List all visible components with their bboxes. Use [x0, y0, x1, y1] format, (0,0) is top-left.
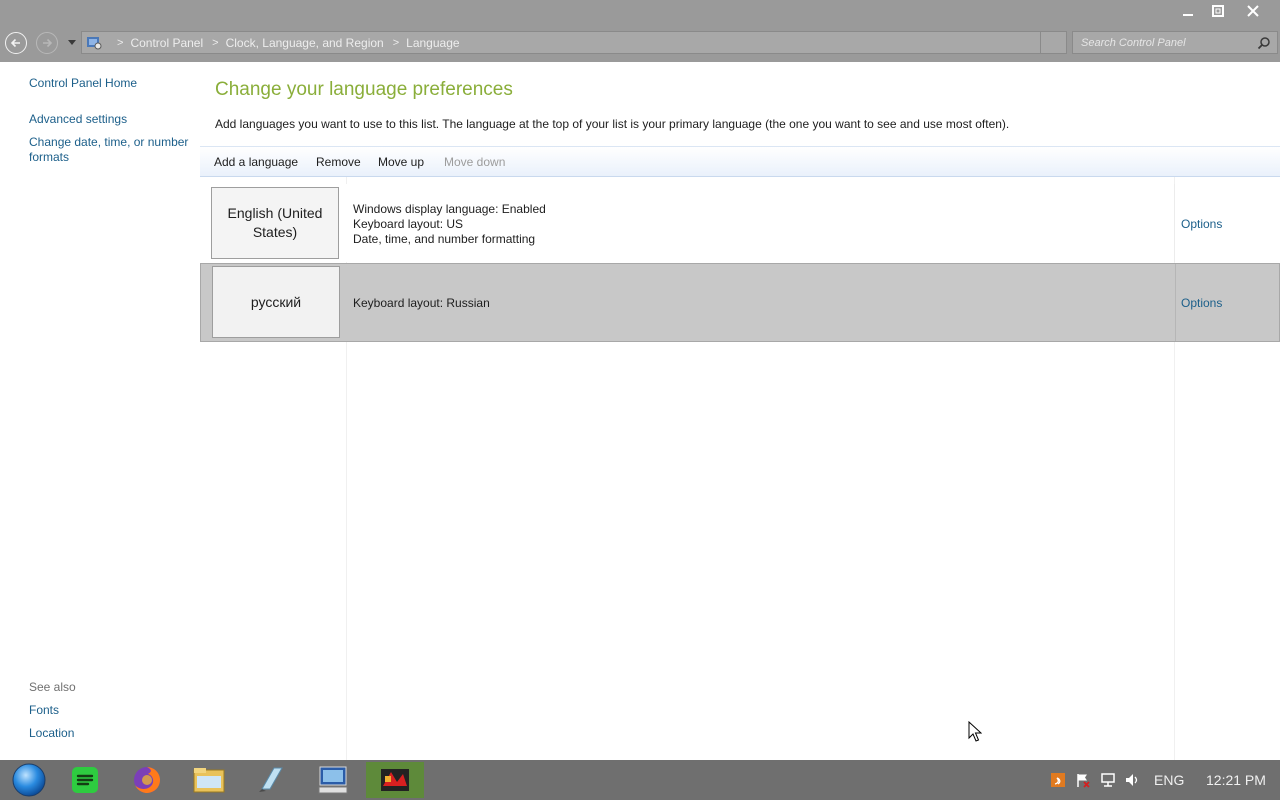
volume-icon[interactable]: [1120, 772, 1144, 788]
game-icon: [381, 769, 409, 791]
options-divider: [1175, 264, 1176, 341]
minimize-icon: [1183, 14, 1193, 16]
breadcrumb-clock-language-region[interactable]: Clock, Language, and Region: [226, 36, 384, 50]
forward-button[interactable]: [36, 32, 58, 54]
main-content: Change your language preferences Add lan…: [200, 62, 1280, 760]
breadcrumb-separator: >: [117, 36, 124, 49]
language-details: Keyboard layout: Russian: [353, 296, 490, 311]
firefox-icon: [134, 767, 160, 793]
remove-button[interactable]: Remove: [316, 155, 361, 169]
left-navigation-pane: Control Panel Home Advanced settings Cha…: [0, 62, 200, 760]
options-link-russian[interactable]: Options: [1181, 296, 1222, 310]
notepad-icon: [259, 767, 283, 792]
close-icon: [1247, 5, 1259, 17]
action-center-flag-icon[interactable]: [1070, 772, 1096, 788]
detail-keyboard-layout: Keyboard layout: US: [353, 217, 464, 231]
options-link-english[interactable]: Options: [1181, 217, 1222, 231]
language-toolbar: Add a language Remove Move up Move down: [200, 146, 1280, 177]
detail-display-language: Windows display language: Enabled: [353, 202, 546, 216]
refresh-button[interactable]: [1040, 32, 1066, 53]
breadcrumb-separator[interactable]: >: [393, 37, 399, 49]
page-description: Add languages you want to use to this li…: [215, 117, 1010, 131]
system-tray: ENG 12:21 PM: [1046, 760, 1266, 800]
move-down-button[interactable]: Move down: [444, 155, 505, 169]
language-tile-english[interactable]: English (United States): [211, 187, 339, 259]
add-language-button[interactable]: Add a language: [214, 155, 298, 169]
tray-java-icon[interactable]: [1046, 772, 1070, 788]
start-orb-icon: [12, 763, 46, 797]
back-button[interactable]: [5, 32, 27, 54]
change-date-time-formats-link[interactable]: Change date, time, or number formats: [29, 135, 194, 165]
forward-arrow-icon: [43, 38, 53, 48]
taskbar-app-game[interactable]: [366, 762, 424, 798]
address-bar[interactable]: > Control Panel > Clock, Language, and R…: [81, 31, 1067, 54]
language-details: Windows display language: Enabled Keyboa…: [353, 202, 546, 247]
advanced-settings-link[interactable]: Advanced settings: [29, 112, 194, 127]
taskbar-app-explorer[interactable]: [180, 762, 238, 798]
start-button[interactable]: [0, 762, 58, 798]
back-arrow-icon: [10, 38, 20, 48]
mouse-cursor-icon: [968, 721, 982, 742]
restore-button[interactable]: [1203, 0, 1233, 22]
detail-formatting: Date, time, and number formatting: [353, 232, 536, 246]
taskbar: ENG 12:21 PM: [0, 760, 1280, 800]
restore-icon: [1212, 5, 1224, 17]
search-input[interactable]: [1081, 36, 1251, 49]
control-panel-home-link[interactable]: Control Panel Home: [29, 76, 194, 91]
clock[interactable]: 12:21 PM: [1206, 772, 1266, 788]
remote-desktop-icon: [318, 766, 348, 794]
move-up-button[interactable]: Move up: [378, 155, 424, 169]
search-box[interactable]: [1072, 31, 1278, 54]
file-explorer-icon: [193, 768, 225, 793]
taskbar-app-spotify[interactable]: [56, 762, 114, 798]
options-divider: [1174, 184, 1175, 262]
taskbar-app-remote-desktop[interactable]: [304, 762, 362, 798]
minimize-button[interactable]: [1173, 0, 1203, 22]
control-panel-icon: [86, 35, 102, 51]
navigation-bar: > Control Panel > Clock, Language, and R…: [0, 22, 1280, 62]
breadcrumb-control-panel[interactable]: Control Panel: [130, 36, 203, 50]
spotify-icon: [72, 767, 98, 793]
search-icon[interactable]: [1257, 36, 1271, 50]
input-language-indicator[interactable]: ENG: [1154, 772, 1186, 788]
location-link[interactable]: Location: [29, 726, 194, 741]
fonts-link[interactable]: Fonts: [29, 703, 194, 718]
page-title: Change your language preferences: [215, 79, 513, 100]
language-tile-russian[interactable]: русский: [212, 266, 340, 338]
recent-locations-button[interactable]: [66, 36, 78, 50]
chevron-down-icon: [68, 40, 76, 45]
network-icon[interactable]: [1096, 772, 1120, 788]
breadcrumb-language[interactable]: Language: [406, 36, 459, 50]
language-list-item-selected[interactable]: русский Keyboard layout: Russian Options: [200, 263, 1280, 342]
close-button[interactable]: [1238, 0, 1268, 22]
taskbar-app-firefox[interactable]: [118, 762, 176, 798]
taskbar-app-notepad[interactable]: [242, 762, 300, 798]
breadcrumb-separator[interactable]: >: [212, 37, 218, 49]
language-list-item[interactable]: English (United States) Windows display …: [200, 184, 1280, 262]
title-bar: [0, 0, 1280, 22]
see-also-label: See also: [29, 680, 76, 694]
detail-keyboard-layout: Keyboard layout: Russian: [353, 296, 490, 310]
